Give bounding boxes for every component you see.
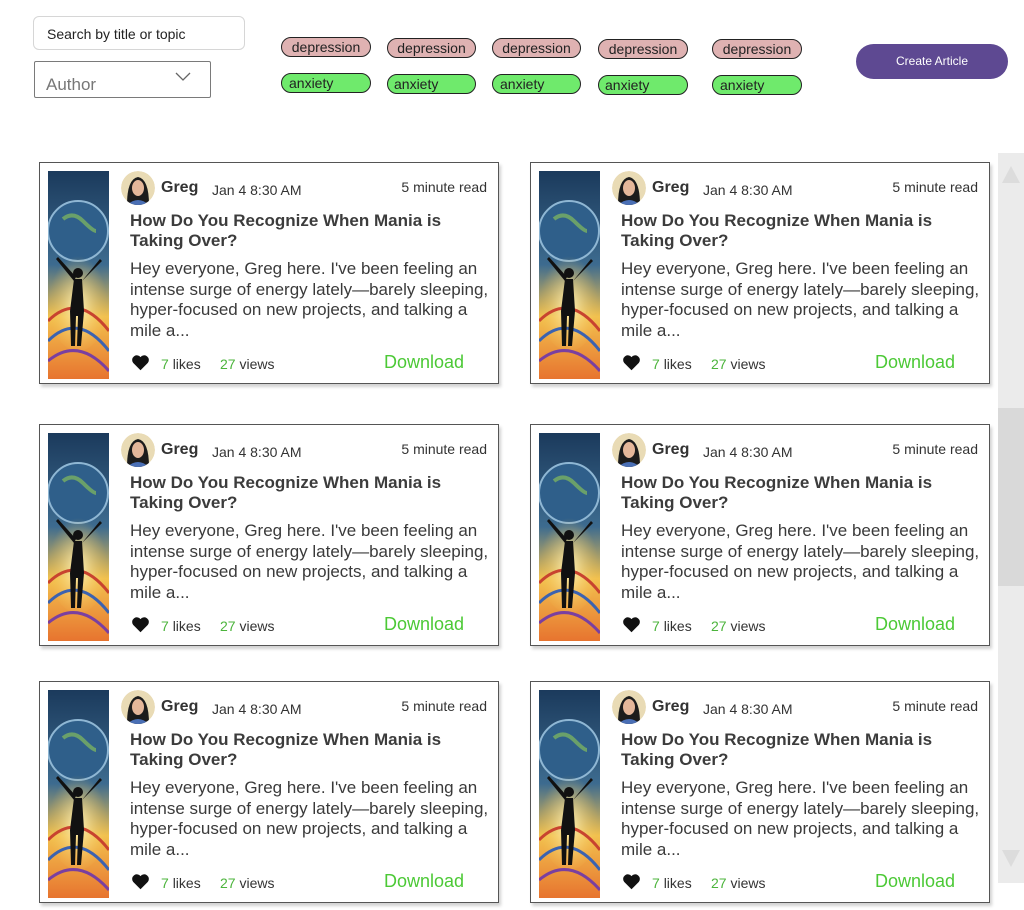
likes-count: 7 likes <box>161 618 201 634</box>
download-link[interactable]: Download <box>384 871 464 892</box>
post-date: Jan 4 8:30 AM <box>703 182 793 198</box>
article-title[interactable]: How Do You Recognize When Mania is Takin… <box>130 211 490 251</box>
read-time: 5 minute read <box>401 698 487 714</box>
scrollbar-thumb[interactable] <box>998 408 1024 586</box>
avatar[interactable] <box>121 171 155 205</box>
scroll-up-arrow-icon[interactable] <box>1001 163 1021 185</box>
author-select[interactable]: Author <box>34 61 211 98</box>
likes-count: 7 likes <box>652 875 692 891</box>
tag-depression[interactable]: depression <box>492 38 581 58</box>
chevron-down-icon <box>175 72 191 81</box>
heart-icon[interactable] <box>131 616 150 633</box>
post-date: Jan 4 8:30 AM <box>703 444 793 460</box>
post-date: Jan 4 8:30 AM <box>212 701 302 717</box>
tag-anxiety[interactable]: anxiety <box>598 75 688 95</box>
article-thumbnail <box>539 690 600 898</box>
article-thumbnail <box>48 433 109 641</box>
article-excerpt: Hey everyone, Greg here. I've been feeli… <box>621 778 980 859</box>
article-title[interactable]: How Do You Recognize When Mania is Takin… <box>130 473 490 513</box>
article-excerpt: Hey everyone, Greg here. I've been feeli… <box>621 521 980 602</box>
views-count: 27 views <box>220 618 275 634</box>
heart-icon[interactable] <box>622 354 641 371</box>
avatar[interactable] <box>612 433 646 467</box>
article-card[interactable]: Greg Jan 4 8:30 AM 5 minute read How Do … <box>39 681 499 903</box>
post-date: Jan 4 8:30 AM <box>212 182 302 198</box>
article-card[interactable]: Greg Jan 4 8:30 AM 5 minute read How Do … <box>39 162 499 384</box>
article-excerpt: Hey everyone, Greg here. I've been feeli… <box>621 259 980 340</box>
scrollbar[interactable] <box>998 153 1024 883</box>
download-link[interactable]: Download <box>384 352 464 373</box>
tag-depression[interactable]: depression <box>598 39 688 59</box>
post-date: Jan 4 8:30 AM <box>212 444 302 460</box>
heart-icon[interactable] <box>131 354 150 371</box>
article-title[interactable]: How Do You Recognize When Mania is Takin… <box>621 473 981 513</box>
read-time: 5 minute read <box>892 179 978 195</box>
create-article-button[interactable]: Create Article <box>856 44 1008 79</box>
author-name[interactable]: Greg <box>652 179 689 197</box>
views-count: 27 views <box>220 356 275 372</box>
views-count: 27 views <box>711 618 766 634</box>
article-card[interactable]: Greg Jan 4 8:30 AM 5 minute read How Do … <box>530 162 990 384</box>
views-count: 27 views <box>220 875 275 891</box>
download-link[interactable]: Download <box>875 352 955 373</box>
article-thumbnail <box>48 690 109 898</box>
avatar[interactable] <box>121 433 155 467</box>
read-time: 5 minute read <box>892 698 978 714</box>
article-excerpt: Hey everyone, Greg here. I've been feeli… <box>130 778 489 859</box>
tag-depression[interactable]: depression <box>281 37 371 57</box>
article-title[interactable]: How Do You Recognize When Mania is Takin… <box>621 730 981 770</box>
read-time: 5 minute read <box>401 179 487 195</box>
read-time: 5 minute read <box>892 441 978 457</box>
article-excerpt: Hey everyone, Greg here. I've been feeli… <box>130 521 489 602</box>
tag-anxiety[interactable]: anxiety <box>281 73 371 93</box>
post-date: Jan 4 8:30 AM <box>703 701 793 717</box>
avatar[interactable] <box>612 171 646 205</box>
article-title[interactable]: How Do You Recognize When Mania is Takin… <box>130 730 490 770</box>
tag-depression[interactable]: depression <box>712 39 802 59</box>
article-card[interactable]: Greg Jan 4 8:30 AM 5 minute read How Do … <box>39 424 499 646</box>
author-name[interactable]: Greg <box>161 698 198 716</box>
article-thumbnail <box>48 171 109 379</box>
download-link[interactable]: Download <box>875 614 955 635</box>
tag-depression[interactable]: depression <box>387 38 476 58</box>
article-title[interactable]: How Do You Recognize When Mania is Takin… <box>621 211 981 251</box>
author-name[interactable]: Greg <box>161 441 198 459</box>
article-thumbnail <box>539 433 600 641</box>
avatar[interactable] <box>612 690 646 724</box>
tag-anxiety[interactable]: anxiety <box>712 75 802 95</box>
article-card[interactable]: Greg Jan 4 8:30 AM 5 minute read How Do … <box>530 424 990 646</box>
views-count: 27 views <box>711 356 766 372</box>
likes-count: 7 likes <box>161 875 201 891</box>
article-card[interactable]: Greg Jan 4 8:30 AM 5 minute read How Do … <box>530 681 990 903</box>
likes-count: 7 likes <box>652 618 692 634</box>
likes-count: 7 likes <box>652 356 692 372</box>
article-excerpt: Hey everyone, Greg here. I've been feeli… <box>130 259 489 340</box>
scroll-down-arrow-icon[interactable] <box>1001 848 1021 870</box>
heart-icon[interactable] <box>622 616 641 633</box>
tag-anxiety[interactable]: anxiety <box>387 74 476 94</box>
read-time: 5 minute read <box>401 441 487 457</box>
download-link[interactable]: Download <box>875 871 955 892</box>
likes-count: 7 likes <box>161 356 201 372</box>
author-name[interactable]: Greg <box>161 179 198 197</box>
download-link[interactable]: Download <box>384 614 464 635</box>
article-thumbnail <box>539 171 600 379</box>
heart-icon[interactable] <box>622 873 641 890</box>
avatar[interactable] <box>121 690 155 724</box>
author-name[interactable]: Greg <box>652 698 689 716</box>
views-count: 27 views <box>711 875 766 891</box>
author-select-label: Author <box>46 75 97 94</box>
author-name[interactable]: Greg <box>652 441 689 459</box>
tag-anxiety[interactable]: anxiety <box>492 74 581 94</box>
heart-icon[interactable] <box>131 873 150 890</box>
search-input[interactable]: Search by title or topic <box>33 16 245 50</box>
